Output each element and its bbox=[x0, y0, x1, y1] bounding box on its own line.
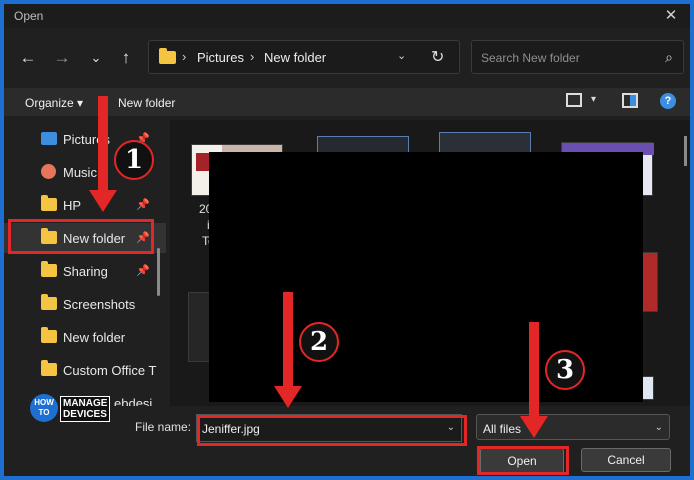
chevron-down-icon[interactable]: ⌄ bbox=[655, 422, 663, 433]
view-dropdown-icon[interactable]: ▾ bbox=[591, 94, 596, 105]
forward-arrow-icon[interactable]: → bbox=[50, 46, 74, 70]
folder-icon bbox=[41, 360, 57, 376]
folder-icon bbox=[41, 294, 57, 310]
step-1-badge: 1 bbox=[114, 140, 154, 180]
view-icon[interactable] bbox=[566, 93, 582, 107]
sidebar-item-label: Custom Office T bbox=[63, 363, 157, 378]
breadcrumb-pictures[interactable]: Pictures bbox=[197, 50, 244, 65]
address-bar[interactable]: › Pictures › New folder ⌄ ↻ bbox=[148, 40, 460, 74]
new-folder-button[interactable]: New folder bbox=[118, 96, 175, 110]
sidebar-item-sharing[interactable]: Sharing 📌 bbox=[4, 256, 166, 286]
arrow-3-head bbox=[520, 416, 548, 438]
breadcrumb-separator: › bbox=[182, 49, 187, 64]
howto-manage-devices-logo: HOW TO MANAGE DEVICES bbox=[30, 392, 111, 428]
cancel-button[interactable]: Cancel bbox=[581, 448, 671, 472]
breadcrumb-new-folder[interactable]: New folder bbox=[264, 50, 326, 65]
highlight-open-button bbox=[477, 446, 569, 475]
sidebar-item-custom-office-templates[interactable]: Custom Office T bbox=[4, 355, 166, 385]
pin-icon: 📌 bbox=[136, 265, 150, 277]
folder-icon bbox=[41, 261, 57, 277]
close-icon[interactable]: ✕ bbox=[660, 6, 682, 26]
search-icon[interactable]: ⌕ bbox=[665, 49, 673, 66]
help-icon[interactable]: ? bbox=[660, 93, 676, 109]
sidebar-scrollbar[interactable] bbox=[157, 248, 160, 296]
sidebar-item-label: HP bbox=[63, 198, 82, 213]
preview-pane-icon[interactable] bbox=[622, 93, 638, 108]
address-dropdown-icon[interactable]: ⌄ bbox=[397, 49, 406, 62]
arrow-2-shaft bbox=[283, 292, 293, 388]
arrow-1-shaft bbox=[98, 96, 108, 192]
logo-wordmark: MANAGE DEVICES bbox=[60, 396, 111, 422]
sidebar-item-label: Sharing bbox=[63, 264, 108, 279]
arrow-1-head bbox=[89, 190, 117, 212]
pin-icon: 📌 bbox=[136, 199, 150, 211]
logo-how-to: HOW TO bbox=[30, 394, 58, 422]
title-bar: Open ✕ bbox=[4, 4, 690, 28]
folder-icon bbox=[41, 327, 57, 343]
arrow-3-shaft bbox=[529, 322, 539, 418]
music-icon bbox=[41, 164, 56, 179]
window-title: Open bbox=[14, 9, 44, 23]
organize-button[interactable]: Organize ▾ bbox=[25, 96, 83, 110]
folder-icon bbox=[41, 195, 57, 211]
up-arrow-icon[interactable]: ↑ bbox=[114, 46, 138, 70]
sidebar-item-label: Music bbox=[63, 165, 97, 180]
refresh-icon[interactable]: ↻ bbox=[431, 47, 444, 67]
sidebar-item-hp[interactable]: HP 📌 bbox=[4, 190, 166, 220]
file-type-select[interactable]: All files ⌄ bbox=[476, 414, 670, 440]
content-scrollbar[interactable] bbox=[684, 136, 687, 166]
step-2-badge: 2 bbox=[299, 322, 339, 362]
sidebar-item-new-folder[interactable]: New folder bbox=[4, 322, 166, 352]
file-type-value: All files bbox=[483, 422, 522, 436]
pictures-icon bbox=[41, 132, 57, 145]
breadcrumb-separator: › bbox=[250, 49, 255, 64]
logo-manage: MANAGE bbox=[63, 398, 108, 409]
sidebar-item-label: New folder bbox=[63, 330, 126, 345]
folder-icon bbox=[159, 48, 176, 64]
sidebar-item-screenshots[interactable]: Screenshots bbox=[4, 289, 166, 319]
sidebar-item-label: Screenshots bbox=[63, 297, 136, 312]
arrow-2-head bbox=[274, 386, 302, 408]
search-box[interactable]: Search New folder ⌕ bbox=[471, 40, 684, 74]
back-arrow-icon[interactable]: ← bbox=[16, 46, 40, 70]
step-3-badge: 3 bbox=[545, 350, 585, 390]
highlight-new-folder bbox=[8, 219, 154, 254]
sidebar-item-label: ebdesi bbox=[114, 396, 153, 406]
file-name-label: File name: bbox=[135, 420, 192, 434]
navigation-bar: ← → ⌄ ↑ › Pictures › New folder ⌄ ↻ Sear… bbox=[4, 38, 690, 76]
logo-devices: DEVICES bbox=[63, 409, 107, 420]
search-placeholder: Search New folder bbox=[481, 51, 580, 65]
highlight-file-name bbox=[197, 415, 467, 446]
recent-locations-chevron-icon[interactable]: ⌄ bbox=[84, 46, 108, 70]
